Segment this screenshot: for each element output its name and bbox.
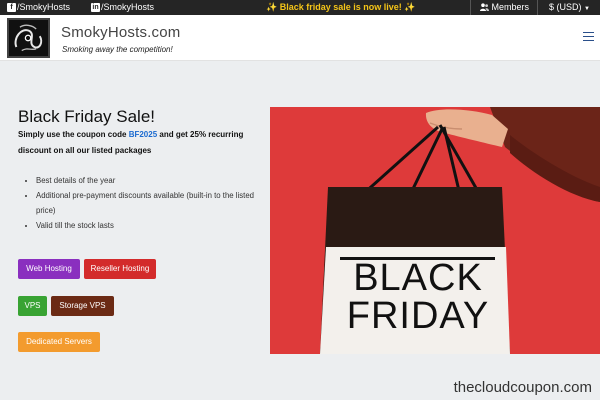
feature-item: Best details of the year bbox=[36, 173, 266, 188]
feature-list: Best details of the year Additional pre-… bbox=[36, 173, 266, 233]
feature-item: Additional pre-payment discounts availab… bbox=[36, 188, 266, 218]
logo-emblem-icon bbox=[9, 20, 48, 56]
reseller-hosting-button[interactable]: Reseller Hosting bbox=[84, 259, 156, 279]
site-logo[interactable] bbox=[7, 18, 50, 58]
top-bar: f /SmokyHosts in /SmokyHosts ✨ Black fri… bbox=[0, 0, 600, 15]
coupon-code: BF2025 bbox=[128, 130, 158, 139]
storage-vps-button[interactable]: Storage VPS bbox=[51, 296, 114, 316]
facebook-link-label: /SmokyHosts bbox=[17, 2, 71, 12]
linkedin-icon: in bbox=[91, 3, 100, 12]
site-header: SmokyHosts.com Smoking away the competit… bbox=[0, 15, 600, 61]
hero-description: Simply use the coupon code BF2025 and ge… bbox=[18, 127, 263, 159]
users-icon bbox=[480, 2, 492, 12]
facebook-link[interactable]: f /SmokyHosts bbox=[7, 0, 70, 15]
brand-name[interactable]: SmokyHosts.com bbox=[61, 24, 181, 41]
brand-tagline: Smoking away the competition! bbox=[62, 45, 173, 54]
caret-down-icon: ▼ bbox=[584, 6, 590, 12]
dedicated-servers-button[interactable]: Dedicated Servers bbox=[18, 332, 100, 352]
bag-text: BLACK FRIDAY bbox=[333, 259, 503, 335]
bag-text-line: BLACK bbox=[353, 257, 483, 299]
vps-button[interactable]: VPS bbox=[18, 296, 47, 316]
members-link[interactable]: Members bbox=[480, 0, 529, 15]
bag-text-line: FRIDAY bbox=[346, 295, 490, 337]
sparkle-icon: ✨ bbox=[266, 2, 278, 12]
divider bbox=[470, 0, 471, 15]
hamburger-menu-icon[interactable] bbox=[583, 32, 594, 42]
sparkle-icon: ✨ bbox=[404, 2, 416, 12]
promo-banner[interactable]: ✨ Black friday sale is now live! ✨ bbox=[266, 0, 416, 15]
divider bbox=[537, 0, 538, 15]
currency-label: $ (USD) bbox=[549, 2, 582, 12]
facebook-icon: f bbox=[7, 3, 16, 12]
feature-item: Valid till the stock lasts bbox=[36, 218, 266, 233]
hero-title: Black Friday Sale! bbox=[18, 107, 155, 126]
promo-text: Black friday sale is now live! bbox=[279, 2, 402, 12]
watermark: thecloudcoupon.com bbox=[453, 379, 592, 396]
members-label: Members bbox=[491, 2, 530, 12]
currency-selector[interactable]: $ (USD) ▼ bbox=[549, 0, 590, 15]
linkedin-link-label: /SmokyHosts bbox=[101, 2, 155, 12]
hero-desc-text: Simply use the coupon code bbox=[18, 130, 129, 139]
web-hosting-button[interactable]: Web Hosting bbox=[18, 259, 80, 279]
black-friday-promo-image: BLACK FRIDAY bbox=[270, 107, 600, 354]
linkedin-link[interactable]: in /SmokyHosts bbox=[91, 0, 154, 15]
